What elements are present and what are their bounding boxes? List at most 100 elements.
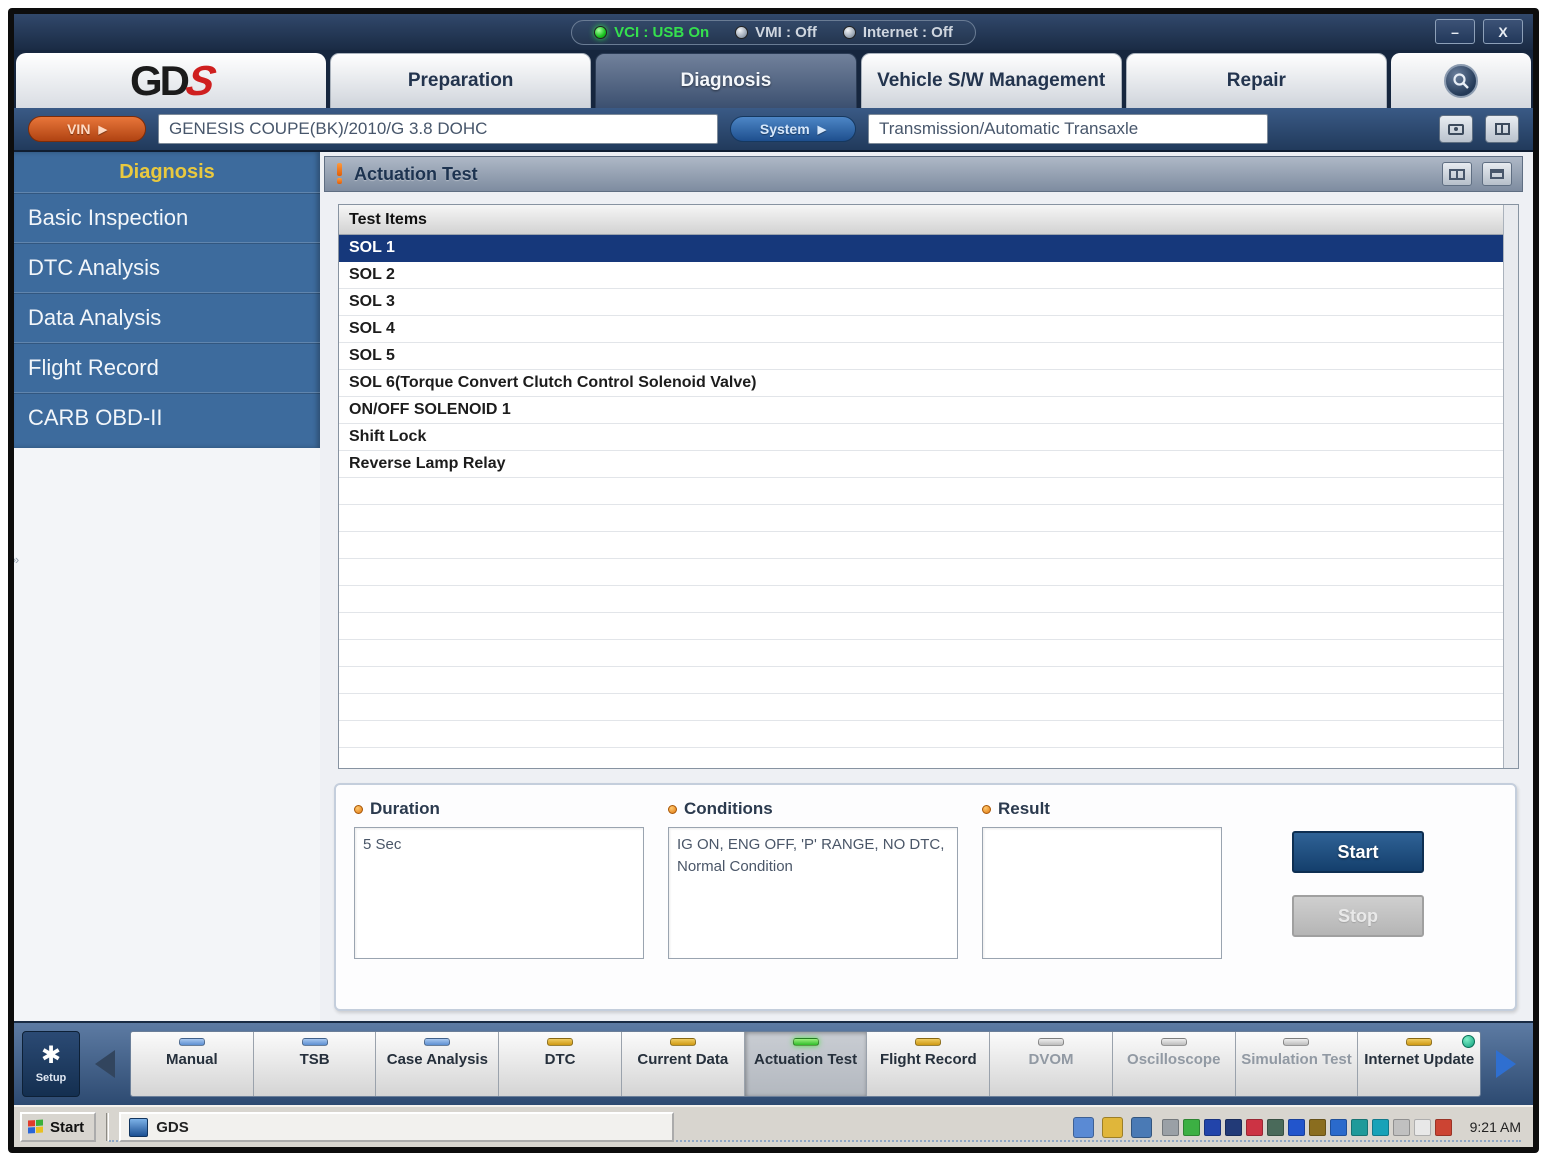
gds-app-icon bbox=[129, 1118, 148, 1137]
internet-status-label: Internet : Off bbox=[863, 24, 953, 41]
result-group: Result bbox=[982, 799, 1222, 995]
tab-vehicle-sw-management[interactable]: Vehicle S/W Management bbox=[861, 53, 1122, 108]
list-empty-row bbox=[339, 505, 1503, 532]
tray-icon-1[interactable] bbox=[1162, 1119, 1179, 1136]
splitter-handle[interactable]: » bbox=[14, 552, 19, 567]
list-item-sol-3[interactable]: SOL 3 bbox=[339, 289, 1503, 316]
system-button[interactable]: System ▶ bbox=[730, 116, 856, 142]
tray-icon-6[interactable] bbox=[1267, 1119, 1284, 1136]
tray-icon-10[interactable] bbox=[1351, 1119, 1368, 1136]
minimize-button[interactable]: – bbox=[1435, 19, 1475, 44]
toolbar-button-simulation-test[interactable]: Simulation Test bbox=[1236, 1032, 1359, 1096]
list-empty-row bbox=[339, 478, 1503, 505]
list-item-on-off-solenoid-1[interactable]: ON/OFF SOLENOID 1 bbox=[339, 397, 1503, 424]
sidebar: Diagnosis Basic Inspection DTC Analysis … bbox=[14, 152, 320, 1021]
list-item-reverse-lamp-relay[interactable]: Reverse Lamp Relay bbox=[339, 451, 1503, 478]
split-view-icon bbox=[1449, 169, 1465, 180]
sidebar-item-basic-inspection[interactable]: Basic Inspection bbox=[14, 192, 320, 242]
toolbar-button-case-analysis[interactable]: Case Analysis bbox=[376, 1032, 499, 1096]
tray-icon-12[interactable] bbox=[1393, 1119, 1410, 1136]
quick-launch-browser-icon[interactable] bbox=[1073, 1117, 1094, 1138]
main-area: Diagnosis Basic Inspection DTC Analysis … bbox=[14, 152, 1533, 1021]
internet-status: Internet : Off bbox=[843, 24, 953, 41]
list-empty-row bbox=[339, 613, 1503, 640]
vci-status-led-icon bbox=[594, 26, 607, 39]
toolbar-button-flight-record[interactable]: Flight Record bbox=[867, 1032, 990, 1096]
tab-repair[interactable]: Repair bbox=[1126, 53, 1387, 108]
list-empty-row bbox=[339, 640, 1503, 667]
start-menu-button[interactable]: Start bbox=[20, 1112, 96, 1142]
toolbar-scroll-left-button[interactable] bbox=[86, 1031, 124, 1097]
tray-icon-13[interactable] bbox=[1414, 1119, 1431, 1136]
capture-button[interactable] bbox=[1439, 115, 1473, 143]
tray-icon-8[interactable] bbox=[1309, 1119, 1326, 1136]
taskbar-separator bbox=[106, 1113, 109, 1141]
update-notification-badge bbox=[1462, 1035, 1475, 1048]
system-arrow-icon: ▶ bbox=[818, 123, 826, 136]
sidebar-item-carb-obd-ii[interactable]: CARB OBD-II bbox=[14, 392, 320, 442]
toolbar-button-actuation-test[interactable]: Actuation Test bbox=[745, 1032, 868, 1096]
list-scrollbar[interactable] bbox=[1503, 205, 1518, 768]
current-data-indicator-icon bbox=[670, 1038, 696, 1046]
list-item-shift-lock[interactable]: Shift Lock bbox=[339, 424, 1503, 451]
setup-button[interactable]: ✱ Setup bbox=[22, 1031, 80, 1097]
gds-logo: GDS bbox=[130, 60, 212, 102]
tsb-indicator-icon bbox=[302, 1038, 328, 1046]
toolbar-button-dtc[interactable]: DTC bbox=[499, 1032, 622, 1096]
tray-icon-3[interactable] bbox=[1204, 1119, 1221, 1136]
toolbar-button-current-data[interactable]: Current Data bbox=[622, 1032, 745, 1096]
split-view-button[interactable] bbox=[1442, 162, 1472, 186]
taskbar-task-gds[interactable]: GDS bbox=[119, 1112, 674, 1142]
test-control-panel: Duration 5 Sec Conditions IG ON, ENG OFF… bbox=[334, 783, 1517, 1011]
tray-icon-7[interactable] bbox=[1288, 1119, 1305, 1136]
actuation-test-indicator-icon bbox=[793, 1038, 819, 1046]
start-button[interactable]: Start bbox=[1292, 831, 1424, 873]
quick-launch-folder-icon[interactable] bbox=[1102, 1117, 1123, 1138]
tray-icon-5[interactable] bbox=[1246, 1119, 1263, 1136]
vci-status: VCI : USB On bbox=[594, 24, 709, 41]
gds-application-window: VCI : USB On VMI : Off Internet : Off – … bbox=[14, 14, 1533, 1147]
oscilloscope-indicator-icon bbox=[1161, 1038, 1187, 1046]
quick-launch-desktop-icon[interactable] bbox=[1131, 1117, 1152, 1138]
system-field[interactable]: Transmission/Automatic Transaxle bbox=[868, 114, 1268, 144]
dvom-indicator-icon bbox=[1038, 1038, 1064, 1046]
title-bar: VCI : USB On VMI : Off Internet : Off – … bbox=[14, 14, 1533, 50]
tray-icon-9[interactable] bbox=[1330, 1119, 1347, 1136]
stop-button[interactable]: Stop bbox=[1292, 895, 1424, 937]
vci-status-label: VCI : USB On bbox=[614, 24, 709, 41]
tab-preparation[interactable]: Preparation bbox=[330, 53, 591, 108]
list-item-sol-4[interactable]: SOL 4 bbox=[339, 316, 1503, 343]
toolbar-button-manual[interactable]: Manual bbox=[131, 1032, 254, 1096]
vehicle-field[interactable]: GENESIS COUPE(BK)/2010/G 3.8 DOHC bbox=[158, 114, 718, 144]
tray-icon-2[interactable] bbox=[1183, 1119, 1200, 1136]
toolbar-button-oscilloscope[interactable]: Oscilloscope bbox=[1113, 1032, 1236, 1096]
toolbar-button-internet-update[interactable]: Internet Update bbox=[1358, 1032, 1480, 1096]
collapse-panel-button[interactable] bbox=[1482, 162, 1512, 186]
sidebar-item-data-analysis[interactable]: Data Analysis bbox=[14, 292, 320, 342]
search-button[interactable] bbox=[1444, 64, 1478, 98]
toolbar-button-dvom[interactable]: DVOM bbox=[990, 1032, 1113, 1096]
vmi-status: VMI : Off bbox=[735, 24, 817, 41]
list-item-sol-2[interactable]: SOL 2 bbox=[339, 262, 1503, 289]
list-item-sol-1[interactable]: SOL 1 bbox=[339, 235, 1503, 262]
sidebar-item-dtc-analysis[interactable]: DTC Analysis bbox=[14, 242, 320, 292]
toolbar-button-tsb[interactable]: TSB bbox=[254, 1032, 377, 1096]
tray-icon-14[interactable] bbox=[1435, 1119, 1452, 1136]
close-button[interactable]: X bbox=[1483, 19, 1523, 44]
vin-button[interactable]: VIN ▶ bbox=[28, 116, 146, 142]
screen: VCI : USB On VMI : Off Internet : Off – … bbox=[0, 0, 1547, 1161]
tray-icon-4[interactable] bbox=[1225, 1119, 1242, 1136]
tab-diagnosis[interactable]: Diagnosis bbox=[595, 53, 856, 108]
gds-logo-block[interactable]: GDS bbox=[16, 53, 326, 108]
sidebar-item-flight-record[interactable]: Flight Record bbox=[14, 342, 320, 392]
content-header: Actuation Test bbox=[324, 156, 1523, 192]
duration-group: Duration 5 Sec bbox=[354, 799, 644, 995]
result-bullet-icon bbox=[982, 805, 991, 814]
list-item-sol-5[interactable]: SOL 5 bbox=[339, 343, 1503, 370]
layout-button[interactable] bbox=[1485, 115, 1519, 143]
toolbar-scroll-right-button[interactable] bbox=[1487, 1031, 1525, 1097]
list-empty-row bbox=[339, 694, 1503, 721]
list-item-sol-6[interactable]: SOL 6(Torque Convert Clutch Control Sole… bbox=[339, 370, 1503, 397]
tray-icon-11[interactable] bbox=[1372, 1119, 1389, 1136]
window-controls: – X bbox=[1435, 19, 1523, 44]
